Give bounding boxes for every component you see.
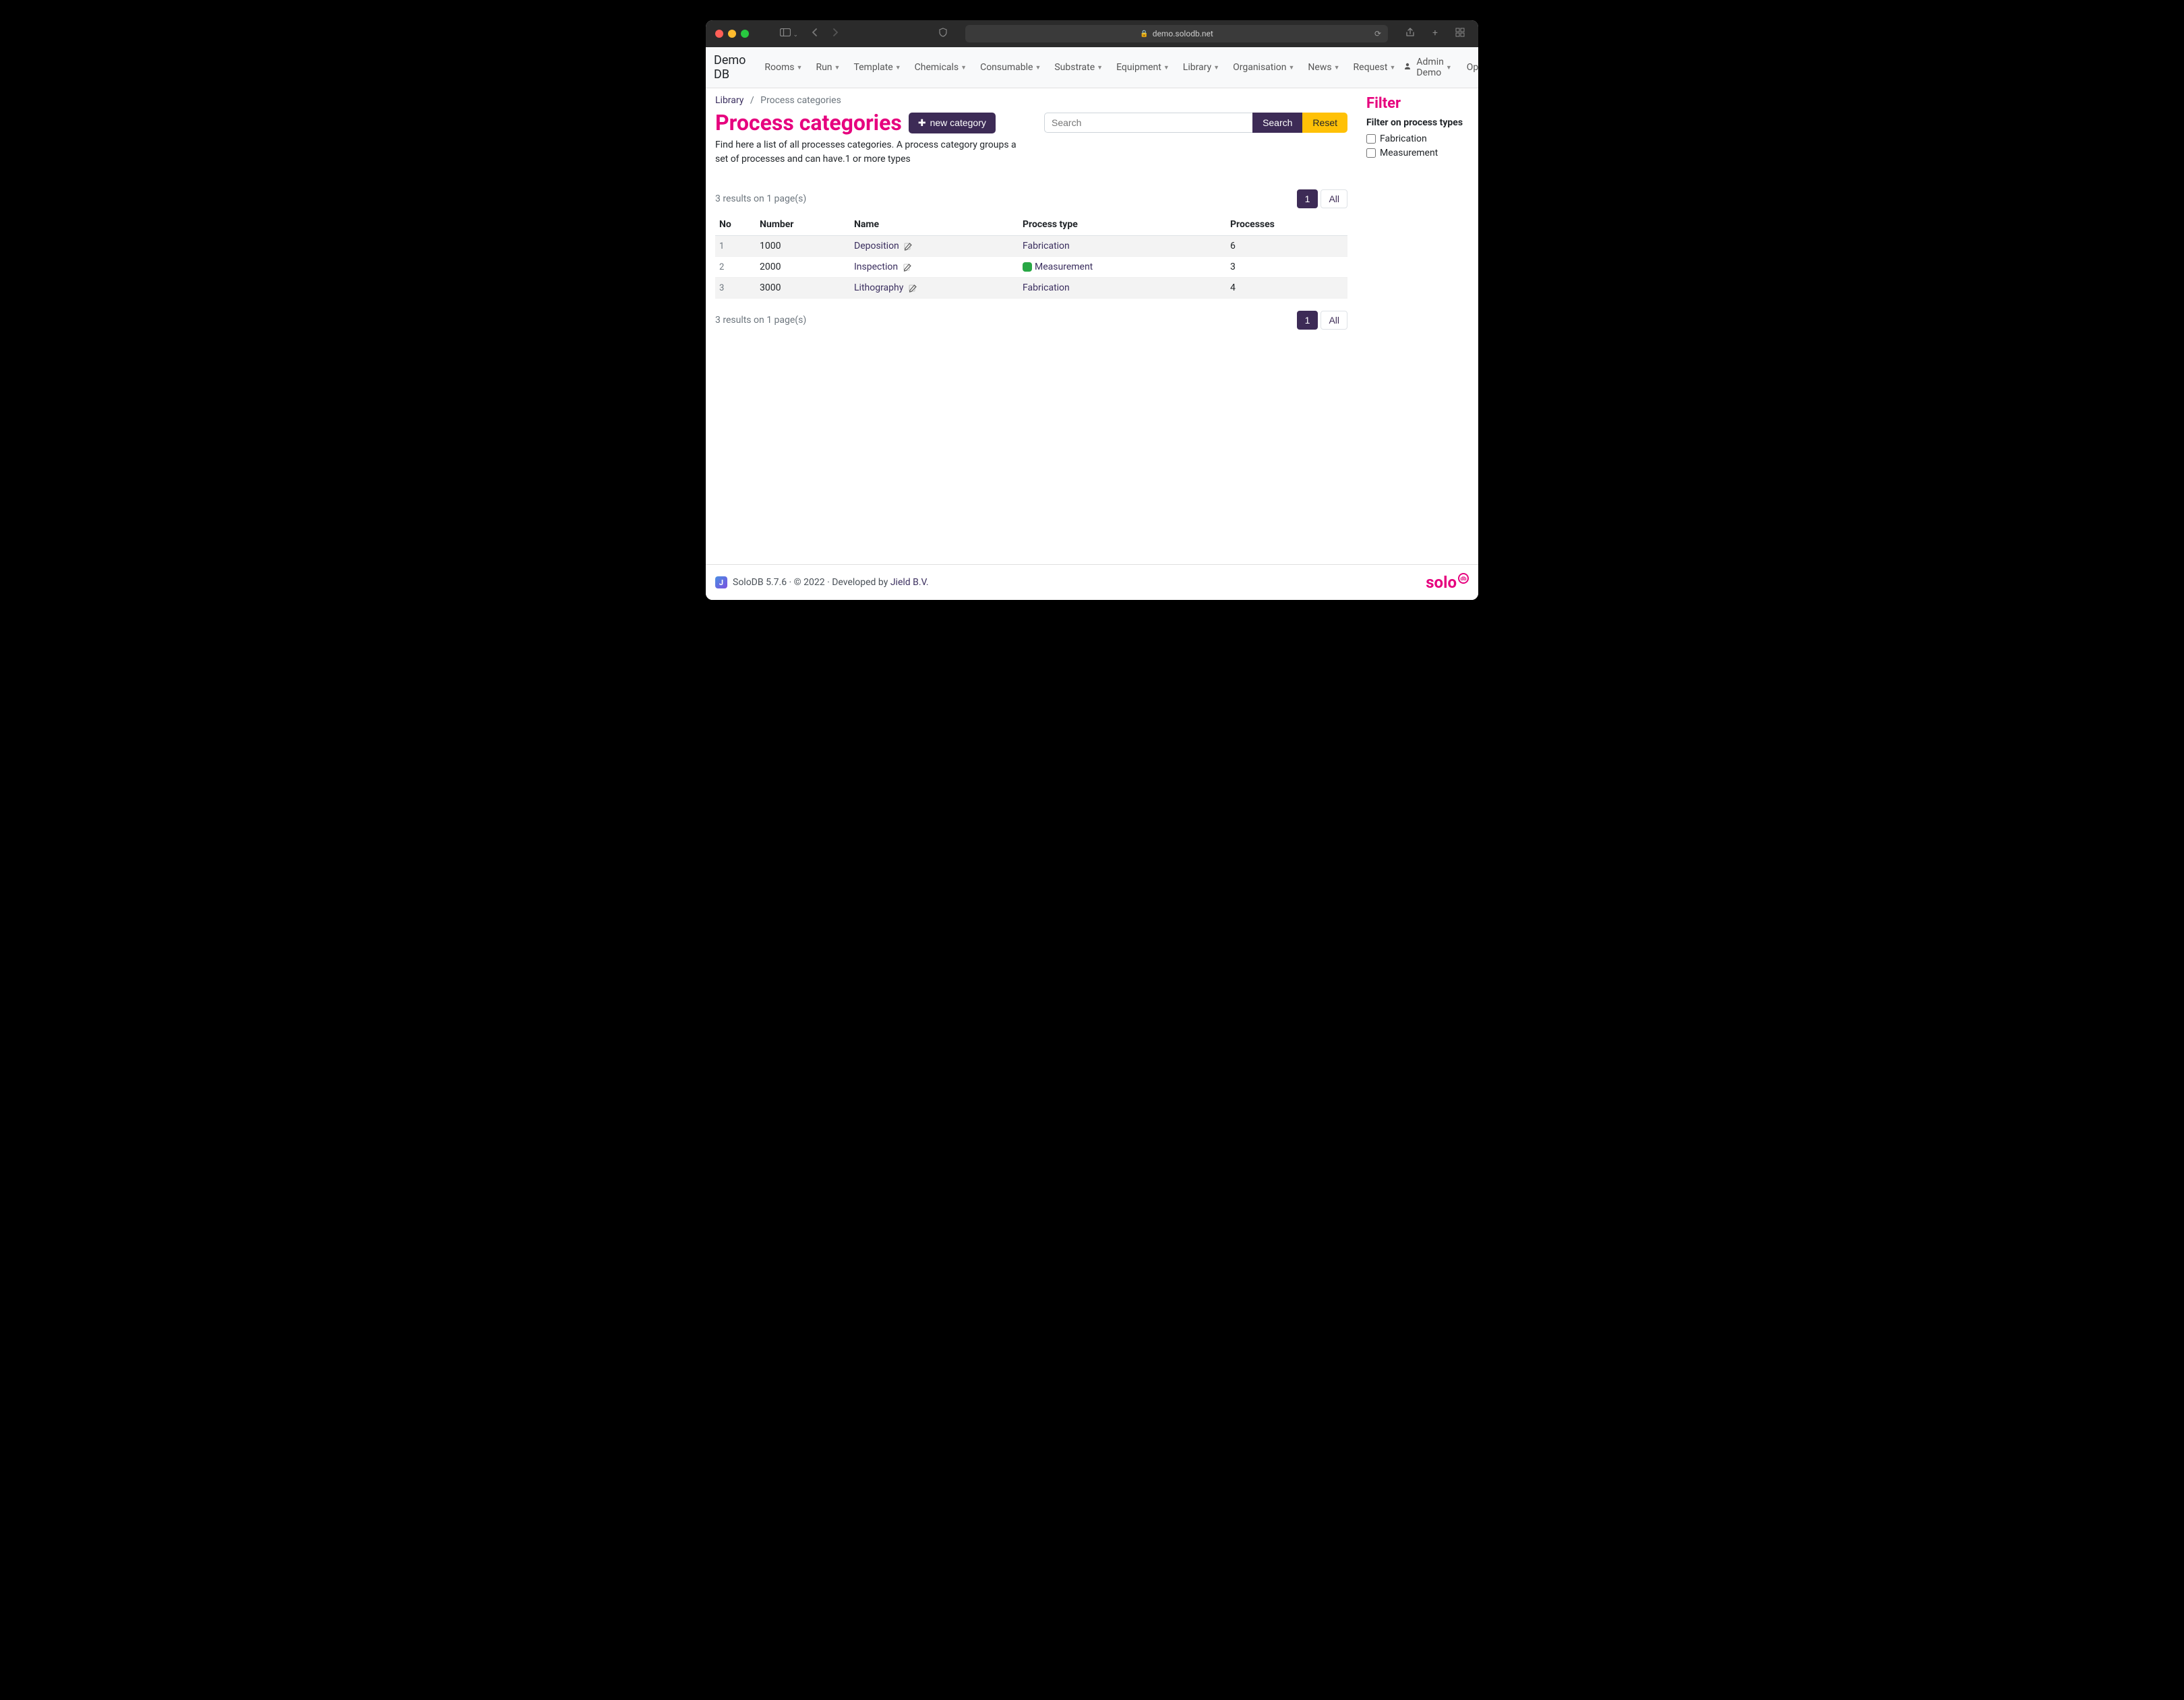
url-text: demo.solodb.net: [1153, 29, 1213, 38]
category-link[interactable]: Lithography: [854, 282, 903, 293]
filter-fabrication-checkbox[interactable]: [1366, 134, 1376, 144]
table-row: 11000 Deposition Fabrication 6: [715, 236, 1347, 257]
nav-request[interactable]: Request▼: [1348, 58, 1401, 77]
edit-icon[interactable]: [909, 283, 917, 293]
nav-template[interactable]: Template▼: [848, 58, 906, 77]
shield-icon[interactable]: [934, 28, 952, 40]
type-link[interactable]: Fabrication: [1023, 282, 1070, 293]
nav-library[interactable]: Library▼: [1178, 58, 1225, 77]
cell-processes: 4: [1226, 278, 1347, 299]
main-navbar: Demo DB Rooms▼ Run▼ Template▼ Chemicals▼…: [706, 47, 1478, 88]
search-input[interactable]: [1044, 113, 1252, 133]
results-count-bottom: 3 results on 1 page(s): [715, 315, 806, 326]
pagination-top: 1 All: [1297, 189, 1347, 208]
address-bar[interactable]: 🔒 demo.solodb.net ⟳: [965, 25, 1388, 42]
filter-fabrication[interactable]: Fabrication: [1366, 133, 1469, 144]
nav-user-menu[interactable]: Admin Demo▼: [1401, 53, 1454, 82]
type-link[interactable]: Fabrication: [1023, 241, 1070, 251]
results-count: 3 results on 1 page(s): [715, 193, 806, 204]
table-row: 33000 Lithography Fabrication 4: [715, 278, 1347, 299]
browser-titlebar: ⌄ 🔒 demo.solodb.net ⟳ +: [706, 20, 1478, 47]
type-link[interactable]: Measurement: [1035, 262, 1093, 272]
maximize-window-button[interactable]: [741, 30, 749, 38]
cell-no: 3: [715, 278, 756, 299]
page-subtitle: Find here a list of all processes catego…: [715, 138, 1019, 166]
lock-icon: 🔒: [1140, 30, 1148, 38]
nav-operator[interactable]: Operator: [1464, 58, 1478, 77]
badge-icon: [1023, 262, 1032, 272]
edit-icon[interactable]: [904, 241, 912, 251]
nav-chemicals[interactable]: Chemicals▼: [909, 58, 972, 77]
cell-name: Inspection: [850, 257, 1019, 278]
breadcrumb-current: Process categories: [760, 95, 841, 106]
page-1-button-bottom[interactable]: 1: [1297, 311, 1318, 330]
footer: J SoloDB 5.7.6 · © 2022 · Developed by J…: [706, 564, 1478, 600]
nav-substrate[interactable]: Substrate▼: [1049, 58, 1108, 77]
cell-number: 2000: [756, 257, 850, 278]
solo-logo: solodb: [1426, 573, 1469, 592]
filter-title: Filter: [1366, 95, 1469, 112]
cell-type: Measurement: [1019, 257, 1226, 278]
page-all-button-bottom[interactable]: All: [1321, 311, 1347, 330]
footer-dev-link[interactable]: Jield B.V.: [890, 577, 929, 588]
nav-consumable[interactable]: Consumable▼: [975, 58, 1046, 77]
new-category-button[interactable]: ✚ new category: [909, 113, 996, 133]
footer-logo-icon: J: [715, 576, 727, 588]
filter-measurement-checkbox[interactable]: [1366, 148, 1376, 158]
brand[interactable]: Demo DB: [714, 53, 746, 82]
col-no[interactable]: No: [715, 214, 756, 236]
minimize-window-button[interactable]: [728, 30, 736, 38]
forward-button[interactable]: [828, 28, 843, 39]
category-link[interactable]: Inspection: [854, 262, 898, 272]
reset-button[interactable]: Reset: [1302, 113, 1347, 133]
cell-number: 3000: [756, 278, 850, 299]
page-1-button[interactable]: 1: [1297, 189, 1318, 208]
col-type[interactable]: Process type: [1019, 214, 1226, 236]
nav-rooms[interactable]: Rooms▼: [759, 58, 808, 77]
filter-measurement[interactable]: Measurement: [1366, 148, 1469, 158]
close-window-button[interactable]: [715, 30, 723, 38]
reload-button[interactable]: ⟳: [1374, 29, 1381, 38]
cell-number: 1000: [756, 236, 850, 257]
sidebar-toggle-icon[interactable]: ⌄: [776, 28, 802, 39]
nav-organisation[interactable]: Organisation▼: [1227, 58, 1300, 77]
tabs-overview-icon[interactable]: [1451, 28, 1469, 40]
col-processes[interactable]: Processes: [1226, 214, 1347, 236]
categories-table: No Number Name Process type Processes 11…: [715, 214, 1347, 299]
filter-subtitle: Filter on process types: [1366, 117, 1469, 128]
cell-name: Lithography: [850, 278, 1019, 299]
share-icon[interactable]: [1401, 28, 1419, 40]
footer-dev-prefix: Developed by: [832, 577, 888, 588]
new-tab-icon[interactable]: +: [1428, 28, 1442, 40]
cell-processes: 3: [1226, 257, 1347, 278]
col-number[interactable]: Number: [756, 214, 850, 236]
category-link[interactable]: Deposition: [854, 241, 899, 251]
col-name[interactable]: Name: [850, 214, 1019, 236]
search-button[interactable]: Search: [1252, 113, 1302, 133]
cell-no: 1: [715, 236, 756, 257]
cell-name: Deposition: [850, 236, 1019, 257]
cell-type: Fabrication: [1019, 278, 1226, 299]
cell-processes: 6: [1226, 236, 1347, 257]
table-row: 22000 Inspection Measurement 3: [715, 257, 1347, 278]
cell-type: Fabrication: [1019, 236, 1226, 257]
page-all-button[interactable]: All: [1321, 189, 1347, 208]
user-icon: [1403, 62, 1412, 73]
breadcrumb: Library / Process categories: [715, 95, 1347, 106]
footer-copyright: © 2022: [794, 577, 825, 588]
pagination-bottom: 1 All: [1297, 311, 1347, 330]
back-button[interactable]: [808, 28, 822, 39]
nav-run[interactable]: Run▼: [810, 58, 845, 77]
nav-equipment[interactable]: Equipment▼: [1111, 58, 1175, 77]
page-title: Process categories: [715, 110, 902, 135]
plus-icon: ✚: [918, 117, 926, 129]
edit-icon[interactable]: [903, 262, 911, 272]
cell-no: 2: [715, 257, 756, 278]
footer-version: SoloDB 5.7.6: [733, 577, 787, 588]
breadcrumb-library[interactable]: Library: [715, 95, 744, 106]
nav-news[interactable]: News▼: [1302, 58, 1345, 77]
